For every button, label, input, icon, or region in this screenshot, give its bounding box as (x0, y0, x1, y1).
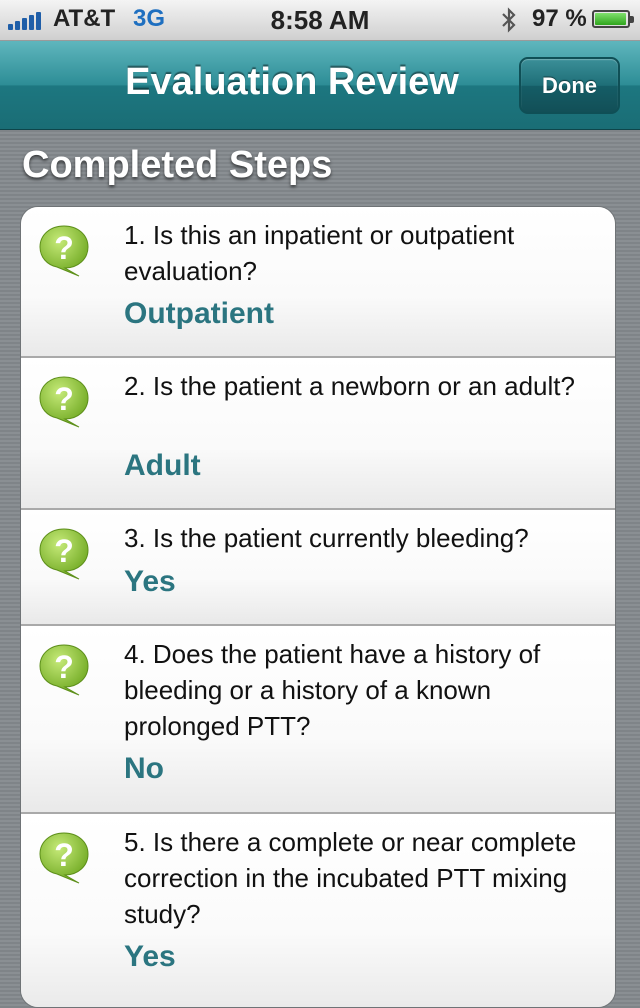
svg-text:?: ? (54, 837, 74, 873)
step-question: 4. Does the patient have a history of bl… (124, 639, 541, 741)
step-row[interactable]: ? 5. Is there a complete or near complet… (21, 814, 615, 1007)
question-bubble-icon: ? (39, 832, 89, 884)
question-bubble-icon: ? (39, 528, 89, 580)
bluetooth-icon (502, 7, 516, 33)
completed-steps-list: ? 1. Is this an inpatient or outpatient … (20, 206, 616, 1008)
step-answer: Adult (124, 449, 201, 482)
battery-percent: 97 % (532, 5, 587, 32)
step-row[interactable]: ? 2. Is the patient a newborn or an adul… (21, 358, 615, 510)
step-answer: Yes (124, 940, 176, 973)
question-bubble-icon: ? (39, 644, 89, 696)
step-question: 3. Is the patient currently bleeding? (124, 523, 529, 553)
battery-icon (592, 10, 634, 28)
svg-text:?: ? (54, 533, 74, 569)
status-bar: AT&T 3G 8:58 AM 97 % (0, 0, 640, 41)
question-bubble-icon: ? (39, 376, 89, 428)
step-question: 2. Is the patient a newborn or an adult? (124, 371, 575, 401)
step-row[interactable]: ? 4. Does the patient have a history of … (21, 626, 615, 814)
page-title: Evaluation Review (125, 61, 459, 103)
step-question: 1. Is this an inpatient or outpatient ev… (124, 220, 515, 286)
svg-text:?: ? (54, 649, 74, 685)
battery-fill (595, 13, 627, 25)
step-row[interactable]: ? 3. Is the patient currently bleeding? … (21, 510, 615, 626)
step-answer: Outpatient (124, 297, 274, 330)
question-bubble-icon: ? (39, 225, 89, 277)
section-header: Completed Steps (22, 144, 333, 186)
svg-text:?: ? (54, 230, 74, 266)
navigation-bar: Evaluation Review Done (0, 41, 640, 130)
step-question: 5. Is there a complete or near complete … (124, 827, 577, 929)
step-answer: Yes (124, 565, 176, 598)
step-row[interactable]: ? 1. Is this an inpatient or outpatient … (21, 207, 615, 358)
step-answer: No (124, 752, 164, 785)
svg-text:?: ? (54, 381, 74, 417)
done-button[interactable]: Done (519, 57, 620, 114)
